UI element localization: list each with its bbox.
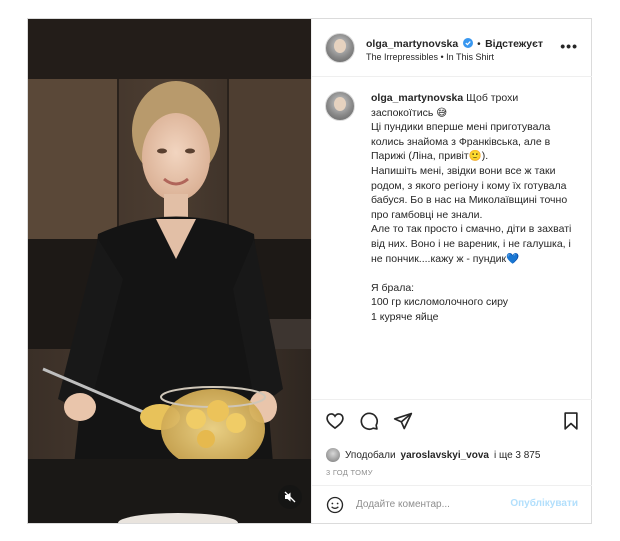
verified-badge-icon	[462, 38, 473, 48]
emoji-button[interactable]	[324, 494, 346, 516]
more-options-button[interactable]: •••	[560, 39, 578, 53]
bookmark-icon	[564, 412, 578, 430]
liker-avatar	[326, 448, 340, 462]
caption-username[interactable]: olga_martynovska	[371, 92, 463, 104]
instagram-post: olga_martynovska • Відстежуєт The Irrepr…	[27, 18, 592, 524]
caption-avatar[interactable]	[325, 91, 355, 121]
publish-button[interactable]: Опублікувати	[510, 498, 578, 509]
post-header: olga_martynovska • Відстежуєт The Irrepr…	[312, 19, 592, 77]
following-button[interactable]: Відстежуєт	[485, 38, 543, 50]
liker-username[interactable]: yaroslavskyi_vova	[401, 450, 489, 461]
comment-icon	[360, 412, 379, 431]
post-actions: Уподобали yaroslavskyi_vova і ще 3 875 3…	[312, 399, 592, 485]
video-frame-illustration	[28, 19, 311, 523]
comment-button[interactable]	[358, 410, 380, 432]
caption-text: Щоб трохи заспокоїтись 😅 Ці пундики впер…	[371, 92, 572, 323]
speaker-muted-icon	[284, 491, 296, 503]
heart-icon	[326, 413, 344, 430]
mute-button[interactable]	[278, 485, 302, 509]
post-timestamp[interactable]: 3 ГОД ТОМУ	[326, 468, 373, 477]
likes-summary[interactable]: Уподобали yaroslavskyi_vova і ще 3 875	[326, 448, 540, 462]
post-side-panel: olga_martynovska • Відстежуєт The Irrepr…	[311, 19, 592, 523]
like-button[interactable]	[324, 410, 346, 432]
caption-area: olga_martynovska Щоб трохи заспокоїтись …	[312, 77, 592, 399]
header-title-row: olga_martynovska • Відстежуєт	[366, 34, 543, 52]
post-video[interactable]	[28, 19, 311, 523]
likes-prefix: Уподобали	[345, 449, 396, 461]
comment-input[interactable]	[356, 496, 506, 512]
share-button[interactable]	[392, 410, 414, 432]
send-icon	[393, 412, 413, 430]
audio-subtitle[interactable]: The Irrepressibles • In This Shirt	[366, 52, 494, 62]
save-button[interactable]	[560, 410, 582, 432]
header-separator: •	[477, 39, 481, 50]
likes-suffix[interactable]: і ще 3 875	[494, 450, 540, 461]
author-username[interactable]: olga_martynovska	[366, 38, 458, 50]
smiley-icon	[326, 496, 344, 514]
caption: olga_martynovska Щоб трохи заспокоїтись …	[371, 91, 581, 325]
avatar[interactable]	[325, 33, 355, 63]
comment-bar: Опублікувати	[312, 485, 592, 523]
